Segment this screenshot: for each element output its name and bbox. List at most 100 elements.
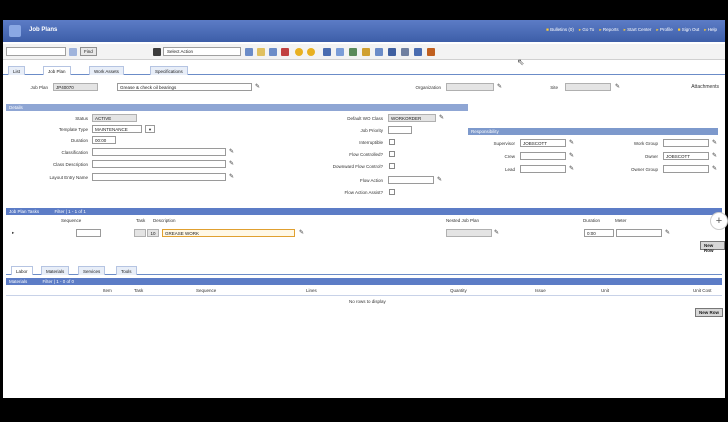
default-wo-class-field[interactable]: WORKORDER xyxy=(388,114,436,122)
crew-lookup-icon[interactable]: ✎ xyxy=(569,152,574,159)
tasks-filter-bar[interactable]: Filter | 1 - 1 of 1 xyxy=(54,209,85,214)
status-field[interactable]: ACTIVE xyxy=(92,114,137,122)
task-meter-lookup-icon[interactable]: ✎ xyxy=(665,229,670,236)
task-duration-field[interactable]: 0:00 xyxy=(584,229,614,237)
save-icon[interactable] xyxy=(257,48,265,56)
task-row[interactable]: ▸ 10 GREASE WORK ✎ ✎ 0:00 ✎ xyxy=(6,227,722,239)
mat-col-item[interactable]: Item xyxy=(103,288,112,293)
col-duration[interactable]: Duration xyxy=(583,218,600,223)
details-section-header[interactable]: Details xyxy=(6,104,468,111)
downward-flow-checkbox[interactable] xyxy=(389,163,395,169)
profile-link[interactable]: ▸ Profile xyxy=(656,27,672,33)
task-description-field[interactable]: GREASE WORK xyxy=(162,229,295,237)
flow-controlled-checkbox[interactable] xyxy=(389,151,395,157)
materials-section-header[interactable]: Materials Filter | 1 - 0 of 0 xyxy=(6,278,722,285)
tasks-new-row-button[interactable]: New Row xyxy=(700,241,725,253)
nested-job-plan-lookup-icon[interactable]: ✎ xyxy=(494,229,499,236)
new-record-icon[interactable] xyxy=(245,48,253,56)
interruptible-checkbox[interactable] xyxy=(389,139,395,145)
tasks-section-header[interactable]: Job Plan Tasks Filter | 1 - 1 of 1 xyxy=(6,208,722,215)
template-type-field[interactable]: MAINTENANCE xyxy=(92,125,142,133)
reports-link[interactable]: ▸ Reports xyxy=(599,27,618,33)
layout-entry-field[interactable] xyxy=(92,173,226,181)
bookmark-icon[interactable] xyxy=(414,48,422,56)
start-center-link[interactable]: ▸ Start Center xyxy=(624,27,652,33)
mat-col-lines[interactable]: Lines xyxy=(306,288,317,293)
find-dropdown-icon[interactable] xyxy=(69,48,77,56)
long-description-icon[interactable]: ✎ xyxy=(255,83,260,90)
flow-action-field[interactable] xyxy=(388,176,434,184)
organization-field[interactable] xyxy=(446,83,494,91)
help-icon[interactable] xyxy=(388,48,396,56)
owner-lookup-icon[interactable]: ✎ xyxy=(712,152,717,159)
plus-icon[interactable]: + xyxy=(710,212,728,230)
bulletin-icon[interactable] xyxy=(281,48,289,56)
report-icon[interactable] xyxy=(362,48,370,56)
col-description[interactable]: Description xyxy=(153,218,176,223)
tab-tools[interactable]: Tools xyxy=(116,266,137,275)
template-type-dropdown-icon[interactable]: ▾ xyxy=(145,125,155,133)
duplicate-icon[interactable] xyxy=(336,48,344,56)
site-field[interactable] xyxy=(565,83,611,91)
mat-col-unit[interactable]: Unit xyxy=(601,288,609,293)
home-icon[interactable] xyxy=(153,48,161,56)
job-plan-description-field[interactable]: Grease & check oil bearings xyxy=(117,83,252,91)
lead-field[interactable] xyxy=(520,165,566,173)
print-icon[interactable] xyxy=(269,48,277,56)
supervisor-lookup-icon[interactable]: ✎ xyxy=(569,139,574,146)
row-expand-icon[interactable]: ▸ xyxy=(12,230,14,236)
job-priority-field[interactable] xyxy=(388,126,412,134)
find-input[interactable] xyxy=(6,47,66,56)
task-number-field[interactable] xyxy=(134,229,146,237)
tab-list[interactable]: List xyxy=(8,66,26,75)
layout-entry-lookup-icon[interactable]: ✎ xyxy=(229,173,234,180)
job-plan-field[interactable]: JP40070 xyxy=(53,83,98,91)
organization-lookup-icon[interactable]: ✎ xyxy=(497,83,502,90)
mat-col-unit-cost[interactable]: Unit Cost xyxy=(693,288,712,293)
col-meter[interactable]: Meter xyxy=(615,218,627,223)
classification-field[interactable] xyxy=(92,148,226,156)
delete-icon[interactable] xyxy=(427,48,435,56)
sign-out-link[interactable]: ■ Sign Out xyxy=(678,27,700,33)
col-nested-job-plan[interactable]: Nested Job Plan xyxy=(446,218,479,223)
classification-lookup-icon[interactable]: ✎ xyxy=(229,148,234,155)
task-number-value[interactable]: 10 xyxy=(147,229,159,237)
task-meter-field[interactable] xyxy=(616,229,662,237)
lead-lookup-icon[interactable]: ✎ xyxy=(569,165,574,172)
tab-materials[interactable]: Materials xyxy=(41,266,70,275)
attach-icon[interactable] xyxy=(375,48,383,56)
crew-field[interactable] xyxy=(520,152,566,160)
work-group-lookup-icon[interactable]: ✎ xyxy=(712,139,717,146)
mat-col-issue[interactable]: Issue xyxy=(535,288,546,293)
select-action-dropdown[interactable]: Select Action xyxy=(163,47,241,56)
goto-link[interactable]: ▸ Go To xyxy=(579,27,594,33)
flow-action-lookup-icon[interactable]: ✎ xyxy=(437,176,442,183)
view-history-icon[interactable] xyxy=(349,48,357,56)
owner-field[interactable]: JOBSCOTT xyxy=(663,152,709,160)
materials-filter-bar[interactable]: Filter | 1 - 0 of 0 xyxy=(43,279,74,284)
next-record-icon[interactable] xyxy=(307,48,315,56)
col-sequence[interactable]: Sequence xyxy=(61,218,81,223)
attachments-link[interactable]: Attachments xyxy=(673,84,719,90)
tab-work-assets[interactable]: Work Assets xyxy=(89,66,124,75)
supervisor-field[interactable]: JOBSCOTT xyxy=(520,139,566,147)
owner-group-field[interactable] xyxy=(663,165,709,173)
duration-field[interactable]: 00:00 xyxy=(92,136,116,144)
mat-col-quantity[interactable]: Quantity xyxy=(450,288,467,293)
task-long-description-icon[interactable]: ✎ xyxy=(299,229,304,236)
default-wo-class-icon[interactable]: ✎ xyxy=(439,114,444,121)
site-lookup-icon[interactable]: ✎ xyxy=(615,83,620,90)
class-description-icon[interactable]: ✎ xyxy=(229,160,234,167)
flow-action-assist-checkbox[interactable] xyxy=(389,189,395,195)
route-workflow-icon[interactable] xyxy=(323,48,331,56)
previous-record-icon[interactable] xyxy=(295,48,303,56)
tab-labor[interactable]: Labor xyxy=(11,266,33,275)
help-link[interactable]: ▸ Help xyxy=(704,27,717,33)
tab-services[interactable]: Services xyxy=(78,266,106,275)
work-group-field[interactable] xyxy=(663,139,709,147)
nested-job-plan-field[interactable] xyxy=(446,229,492,237)
owner-group-lookup-icon[interactable]: ✎ xyxy=(712,165,717,172)
class-description-field[interactable] xyxy=(92,160,226,168)
settings-icon[interactable] xyxy=(401,48,409,56)
col-task[interactable]: Task xyxy=(136,218,145,223)
